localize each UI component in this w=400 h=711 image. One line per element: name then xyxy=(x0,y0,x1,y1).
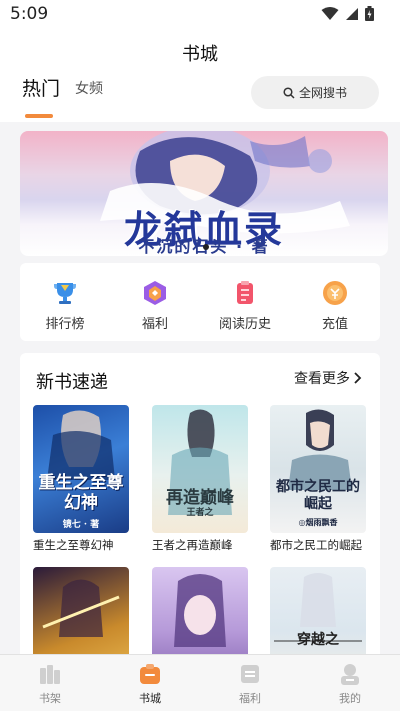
book-item[interactable] xyxy=(152,567,250,663)
carousel-indicator xyxy=(203,244,209,250)
nav-label: 我的 xyxy=(339,692,361,705)
book-item[interactable]: 都市之民工的崛起 ◎烟雨飘香 都市之民工的崛起 xyxy=(270,405,368,552)
quick-link-ranking[interactable]: 排行榜 xyxy=(25,279,105,332)
book-cover-title: 重生之至尊幻神 xyxy=(38,473,124,513)
chevron-right-icon xyxy=(354,372,362,384)
book-cover-author: ◎烟雨飘香 xyxy=(298,517,338,527)
view-more-label: 查看更多 xyxy=(294,371,350,387)
book-cover: 重生之至尊幻神 镜七 · 著 xyxy=(33,405,129,533)
book-item[interactable]: 穿越之 xyxy=(270,567,368,663)
book-title: 都市之民工的崛起 xyxy=(270,538,362,552)
book-title: 重生之至尊幻神 xyxy=(33,538,114,552)
new-books-section: 新书速递 查看更多 重生之至尊幻神 镜七 · 著 重生之至尊幻神 再造巅峰 王者… xyxy=(20,353,380,663)
status-bar: 5:09 xyxy=(0,0,400,28)
book-title: 王者之再造巅峰 xyxy=(152,538,233,552)
active-tab-indicator xyxy=(25,114,53,118)
quick-link-label: 阅读历史 xyxy=(218,317,271,332)
history-icon xyxy=(231,279,259,307)
book-cover: 再造巅峰 王者之 xyxy=(152,405,248,533)
quick-link-label: 充值 xyxy=(321,317,348,332)
nav-label: 书架 xyxy=(39,692,61,705)
section-title: 新书速递 xyxy=(36,372,108,393)
coin-icon xyxy=(321,279,349,307)
book-cover: 穿越之 xyxy=(270,567,366,663)
trophy-icon xyxy=(51,279,79,307)
quick-link-history[interactable]: 阅读历史 xyxy=(205,279,285,332)
nav-label: 福利 xyxy=(239,692,261,705)
book-item[interactable] xyxy=(33,567,131,663)
signal-icon xyxy=(346,7,358,20)
book-cover-author: 镜七 · 著 xyxy=(62,520,100,530)
search-button[interactable]: 全网搜书 xyxy=(251,76,379,109)
wifi-icon xyxy=(321,6,339,20)
book-cover xyxy=(33,567,129,663)
banner[interactable]: 龙弑血录 不沉的石头 · 著 xyxy=(20,131,388,256)
status-icons xyxy=(321,6,374,21)
status-time: 5:09 xyxy=(10,4,49,24)
search-icon xyxy=(283,86,295,99)
benefits-icon xyxy=(239,663,261,685)
book-cover: 都市之民工的崛起 ◎烟雨飘香 xyxy=(270,405,366,533)
quick-link-label: 福利 xyxy=(141,317,168,332)
quick-link-benefits[interactable]: 福利 xyxy=(115,279,195,332)
quick-link-label: 排行榜 xyxy=(45,317,85,332)
page-title: 书城 xyxy=(182,44,218,65)
book-item[interactable]: 重生之至尊幻神 镜七 · 著 重生之至尊幻神 xyxy=(33,405,131,552)
bookstore-icon xyxy=(139,663,161,685)
top-area: 5:09 书城 热门 女频 全网搜书 xyxy=(0,0,400,122)
quick-links: 排行榜 福利 阅读历史 充值 xyxy=(20,263,380,341)
nav-label: 书城 xyxy=(139,692,161,705)
book-cover xyxy=(152,567,248,663)
nav-bookstore[interactable]: 书城 xyxy=(115,663,185,706)
profile-icon xyxy=(339,663,361,685)
quick-link-recharge[interactable]: 充值 xyxy=(295,279,375,332)
gift-icon xyxy=(141,279,169,307)
view-more-link[interactable]: 查看更多 xyxy=(294,368,362,388)
search-label: 全网搜书 xyxy=(298,86,347,100)
nav-profile[interactable]: 我的 xyxy=(315,663,385,706)
book-cover-author: 王者之 xyxy=(186,508,214,518)
tab-hot[interactable]: 热门 xyxy=(22,74,60,101)
tab-female[interactable]: 女频 xyxy=(75,78,103,98)
book-cover-title: 穿越之 xyxy=(297,632,339,648)
nav-bookshelf[interactable]: 书架 xyxy=(15,663,85,706)
nav-benefits[interactable]: 福利 xyxy=(215,663,285,706)
battery-icon xyxy=(365,6,374,21)
bottom-nav: 书架 书城 福利 我的 xyxy=(0,654,400,711)
bookshelf-icon xyxy=(39,663,61,685)
book-cover-title: 都市之民工的崛起 xyxy=(276,479,360,512)
book-item[interactable]: 再造巅峰 王者之 王者之再造巅峰 xyxy=(152,405,250,552)
